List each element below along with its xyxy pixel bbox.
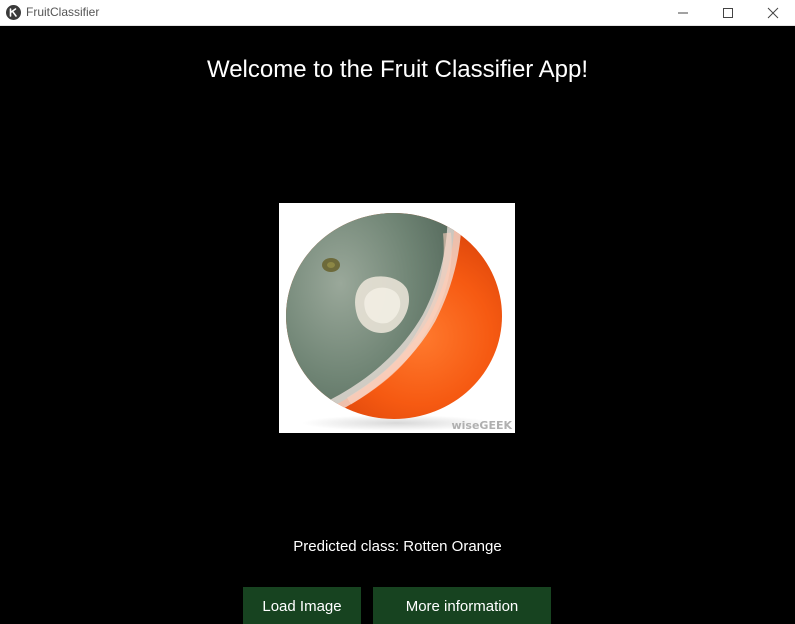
more-information-button[interactable]: More information bbox=[373, 587, 551, 624]
maximize-icon bbox=[723, 7, 733, 18]
title-bar[interactable]: FruitClassifier bbox=[0, 0, 795, 26]
close-icon bbox=[767, 7, 779, 18]
load-image-button[interactable]: Load Image bbox=[243, 587, 361, 624]
close-button[interactable] bbox=[750, 0, 795, 25]
minimize-icon bbox=[678, 12, 688, 13]
rotten-orange-image: wiseGEEK bbox=[279, 203, 515, 433]
prediction-label: Predicted class: Rotten Orange bbox=[293, 538, 502, 555]
image-watermark: wiseGEEK bbox=[451, 419, 512, 432]
app-icon bbox=[6, 5, 21, 20]
main-content: Welcome to the Fruit Classifier App! wis… bbox=[0, 26, 795, 624]
app-window: FruitClassifier Welcome to the Fruit Cla… bbox=[0, 0, 795, 624]
minimize-button[interactable] bbox=[660, 0, 706, 25]
window-title: FruitClassifier bbox=[26, 5, 100, 19]
welcome-heading: Welcome to the Fruit Classifier App! bbox=[206, 56, 589, 83]
fruit-image-preview: wiseGEEK bbox=[279, 203, 515, 433]
maximize-button[interactable] bbox=[705, 0, 751, 25]
